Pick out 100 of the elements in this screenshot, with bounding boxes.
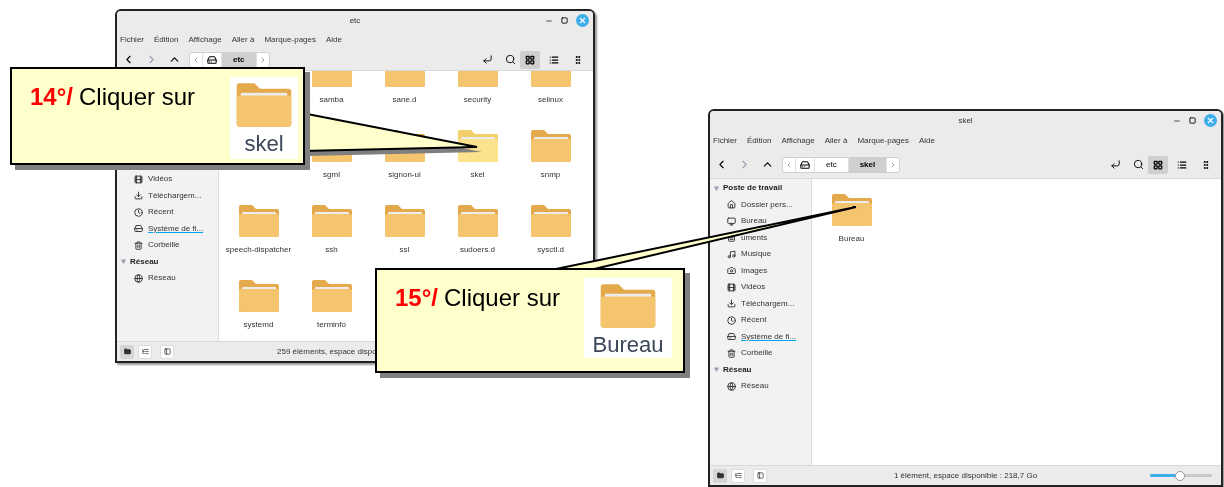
folder-label[interactable]: sysctl.d (537, 244, 564, 256)
sidebar-section-header[interactable]: Poste de travail (723, 182, 783, 195)
network-icon (727, 381, 736, 391)
sidebar-item[interactable]: Récent (710, 312, 811, 329)
folder-label: skel (244, 133, 284, 155)
sidebar-toggle-button[interactable] (753, 468, 767, 483)
sidebar-item[interactable]: Système de fi... (710, 328, 811, 345)
folder-icon (309, 204, 354, 238)
location-toggle-icon[interactable] (482, 54, 493, 65)
trash-icon (727, 348, 736, 358)
sidebar-item[interactable]: Réseau (117, 270, 218, 287)
menu-item[interactable]: Marque-pages (264, 34, 316, 46)
tree-icon (141, 348, 149, 355)
close-icon (578, 16, 587, 25)
sidebar-section-header[interactable]: Réseau (723, 363, 752, 376)
instruction-text: Cliquer sur (443, 286, 560, 310)
menu-item[interactable]: Fichier (713, 135, 737, 147)
path-button[interactable]: skel (847, 157, 887, 172)
location-toggle-icon[interactable] (1110, 159, 1121, 170)
sidebar-item[interactable]: Système de fi... (117, 220, 218, 237)
sidebar-item[interactable]: Téléchargem... (710, 295, 811, 312)
view-mode-button[interactable] (520, 50, 540, 69)
folder-label[interactable]: snmp (540, 169, 561, 181)
tree-button[interactable] (138, 344, 152, 359)
folder-label[interactable]: Bureau (838, 233, 865, 245)
zoom-slider[interactable] (1150, 470, 1212, 481)
folder-label[interactable]: ssh (325, 244, 338, 256)
menu-item[interactable]: Affichage (188, 34, 222, 46)
folder-icon (528, 129, 573, 163)
sidebar-item[interactable]: Récent (117, 204, 218, 221)
drive-icon[interactable] (207, 54, 217, 65)
menu-item[interactable]: Édition (154, 34, 179, 46)
sidebar-item[interactable]: Corbeille (117, 237, 218, 254)
folder-label[interactable]: ssl (399, 244, 410, 256)
menu-item[interactable]: Aller à (231, 34, 255, 46)
sidebar-item[interactable]: Vidéos (710, 279, 811, 296)
list-view-icon (549, 54, 559, 65)
places-button[interactable] (120, 344, 134, 359)
tree-icon (734, 472, 742, 479)
videos-icon (727, 282, 736, 292)
sidebar-item[interactable]: Dossier pers... (710, 196, 811, 213)
sidebar-section-header[interactable]: Réseau (130, 255, 159, 268)
folder-label[interactable]: signon-ui (388, 169, 421, 181)
menu-item[interactable]: Affichage (781, 135, 815, 147)
maximize-icon[interactable] (1189, 117, 1196, 124)
sidebar-item[interactable]: Bureau (710, 213, 811, 230)
folder-icon (829, 193, 874, 227)
menu-item[interactable]: Aller à (824, 135, 848, 147)
folder-label[interactable]: samba (319, 94, 344, 106)
folder-icon (309, 279, 354, 313)
sidebar-panel-icon (163, 348, 171, 355)
drive-icon[interactable] (800, 159, 810, 170)
search-icon[interactable] (505, 54, 516, 65)
scroll-left-icon[interactable] (785, 160, 793, 169)
menu-item[interactable]: Marque-pages (857, 135, 909, 147)
window-title: etc (349, 15, 361, 27)
desktop-icon (727, 216, 736, 226)
search-icon[interactable] (1133, 159, 1144, 170)
music-icon (727, 249, 736, 259)
scroll-left-icon[interactable] (192, 55, 200, 64)
folder-label: Bureau (592, 334, 664, 356)
folder-label[interactable]: skel (470, 169, 485, 181)
trash-icon (134, 240, 143, 250)
folder-label[interactable]: sgml (323, 169, 340, 181)
step-number: 15°/ (395, 286, 438, 310)
folder-label[interactable]: security (463, 94, 492, 106)
network-icon (134, 273, 143, 283)
folder-label[interactable]: systemd (243, 319, 274, 331)
folder-icon (528, 204, 573, 238)
status-text: 1 élément, espace disponible : 218,7 Go (893, 469, 1038, 482)
sidebar-item[interactable]: Téléchargem... (117, 187, 218, 204)
sidebar-toggle-button[interactable] (160, 344, 174, 359)
folder-label[interactable]: selinux (538, 94, 563, 106)
path-button[interactable]: etc (221, 52, 256, 67)
folder-label[interactable]: terminfo (317, 319, 346, 331)
sidebar-item[interactable]: Vidéos (117, 171, 218, 188)
menu-item[interactable]: Aide (326, 34, 342, 46)
sidebar-item[interactable]: Images (710, 262, 811, 279)
sidebar-item[interactable]: Musique (710, 246, 811, 263)
places-button[interactable] (713, 468, 727, 483)
sidebar-item[interactable]: Corbeille (710, 345, 811, 362)
recent-icon (134, 207, 143, 217)
view-mode-button[interactable] (1148, 155, 1168, 174)
instruction-text: Cliquer sur (78, 85, 195, 109)
folder-label[interactable]: sane.d (392, 94, 417, 106)
tree-button[interactable] (731, 468, 745, 483)
sidebar-panel-icon (756, 472, 764, 479)
grid-view-icon (1153, 159, 1163, 170)
folder-label[interactable]: speech-dispatcher (225, 244, 292, 256)
grid-view-icon (525, 54, 535, 65)
folder-icon (382, 204, 427, 238)
folder-icon (598, 282, 658, 330)
menu-item[interactable]: Aide (919, 135, 935, 147)
menu-item[interactable]: Fichier (120, 34, 144, 46)
maximize-icon[interactable] (561, 17, 568, 24)
compact-view-icon (1201, 159, 1211, 170)
step-number: 14°/ (30, 85, 73, 109)
folder-label[interactable]: sudoers.d (459, 244, 496, 256)
menu-item[interactable]: Édition (747, 135, 772, 147)
sidebar-item[interactable]: Réseau (710, 378, 811, 395)
